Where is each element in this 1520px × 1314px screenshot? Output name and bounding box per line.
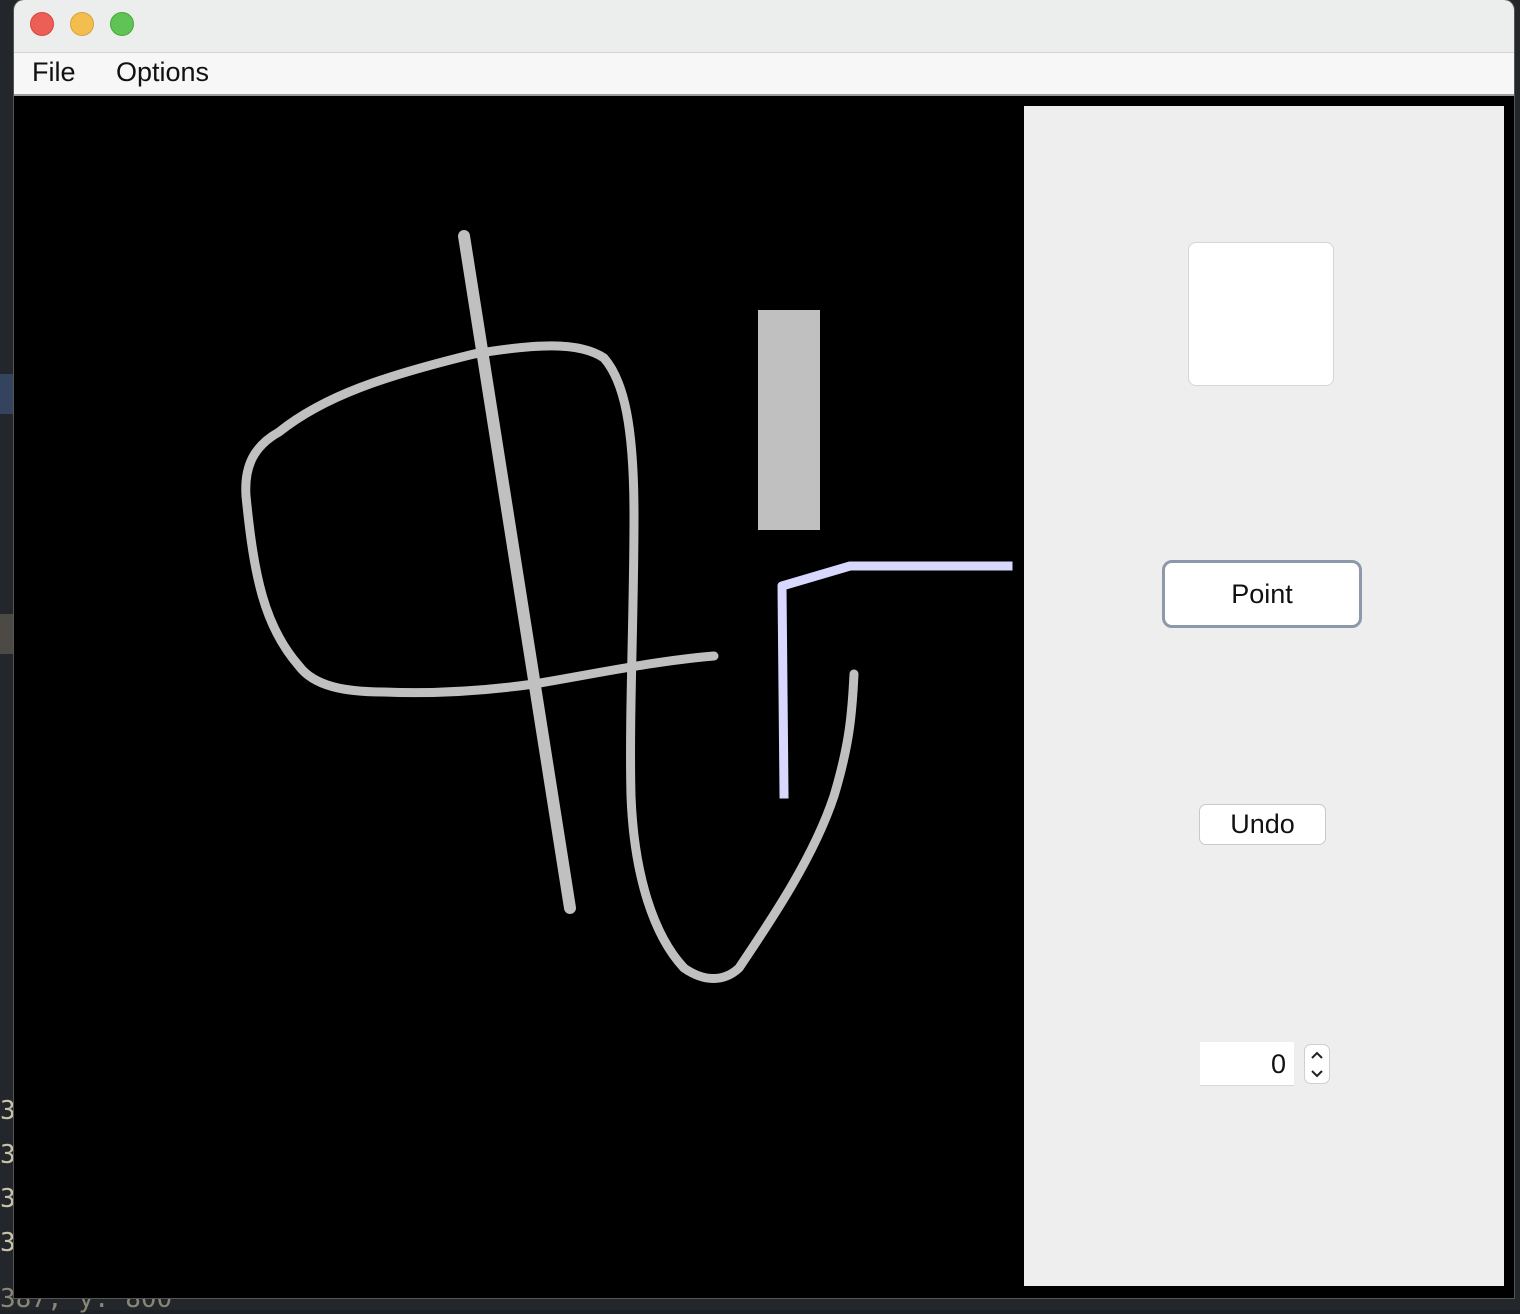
- tool-panel: Point Undo 0: [1024, 106, 1504, 1286]
- menu-file[interactable]: File: [32, 57, 76, 88]
- spinner-down-button[interactable]: [1305, 1064, 1329, 1083]
- editor-line-number: 3: [0, 1184, 14, 1214]
- undo-button[interactable]: Undo: [1199, 804, 1326, 845]
- drawn-rectangle: [758, 310, 820, 530]
- color-swatch[interactable]: [1188, 242, 1334, 386]
- title-bar: [14, 0, 1514, 53]
- app-window: File Options Point Undo 0: [14, 0, 1514, 1298]
- drawing-canvas[interactable]: [14, 96, 1024, 1298]
- minimize-window-button[interactable]: [70, 12, 94, 36]
- maximize-window-button[interactable]: [110, 12, 134, 36]
- editor-line-number: 3: [0, 1140, 14, 1170]
- stroke-size-input[interactable]: 0: [1200, 1042, 1294, 1086]
- chevron-up-icon: [1311, 1051, 1323, 1059]
- spinner-up-button[interactable]: [1305, 1045, 1329, 1064]
- drawing-surface: [241, 230, 1013, 983]
- editor-line-highlight: [0, 614, 14, 654]
- stroke-size-stepper: [1304, 1044, 1330, 1084]
- point-tool-button[interactable]: Point: [1162, 560, 1362, 628]
- drawn-line-stroke: [458, 230, 576, 914]
- editor-line-highlight: [0, 374, 14, 414]
- selected-polyline-stroke: [777, 561, 1013, 799]
- editor-line-number: 3: [0, 1096, 14, 1126]
- menu-bar: File Options: [14, 53, 1514, 96]
- menu-options[interactable]: Options: [116, 57, 209, 88]
- chevron-down-icon: [1311, 1069, 1323, 1077]
- editor-line-number: 3: [0, 1228, 14, 1258]
- close-window-button[interactable]: [30, 12, 54, 36]
